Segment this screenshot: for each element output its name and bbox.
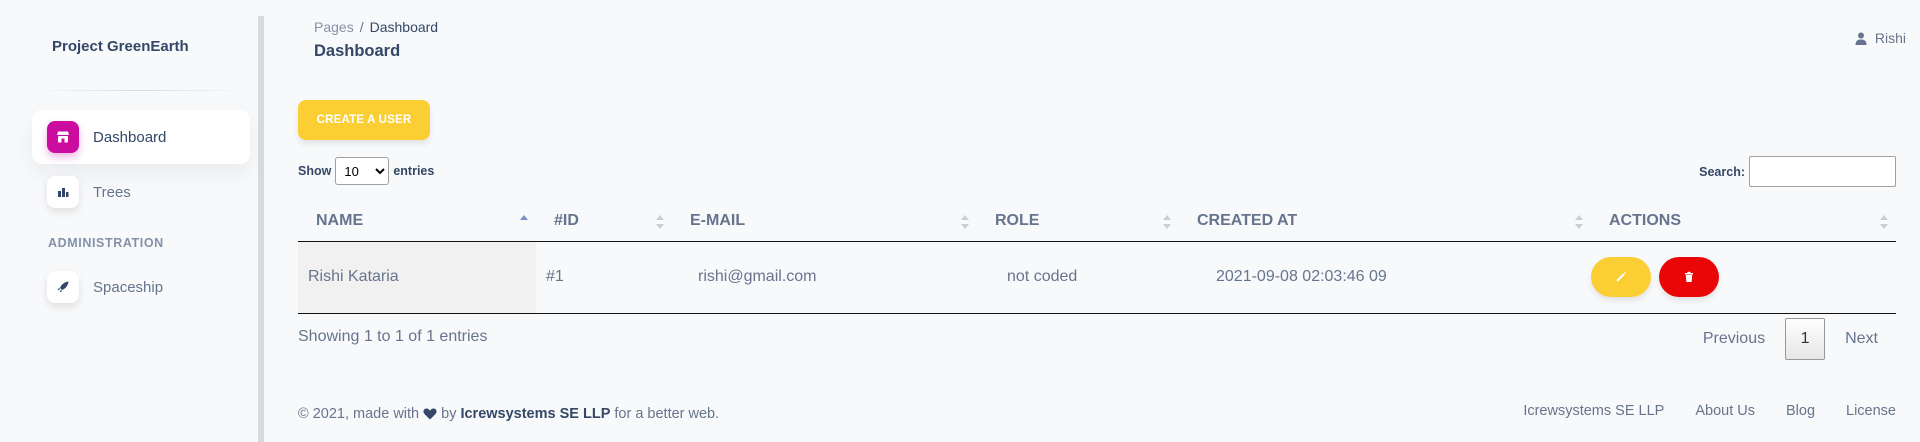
column-header-email[interactable]: E-mail bbox=[672, 201, 977, 242]
sort-icon bbox=[961, 215, 969, 229]
footer-link-about[interactable]: About Us bbox=[1695, 403, 1755, 419]
entries-length-control: Show 10 entries bbox=[298, 157, 434, 185]
breadcrumb-current: Dashboard bbox=[369, 19, 439, 35]
chart-bar-icon bbox=[47, 176, 79, 208]
search-control: Search: bbox=[1699, 156, 1896, 187]
sidebar-section-title: ADMINISTRATION bbox=[48, 236, 164, 250]
column-header-label: #ID bbox=[554, 211, 579, 229]
entries-label: entries bbox=[393, 164, 435, 178]
breadcrumb: Pages / Dashboard bbox=[314, 19, 438, 35]
sidebar-item-dashboard[interactable]: Dashboard bbox=[32, 110, 250, 164]
company-link[interactable]: Icrewsystems SE LLP bbox=[460, 406, 610, 422]
breadcrumb-root[interactable]: Pages bbox=[314, 19, 354, 35]
footer-link-blog[interactable]: Blog bbox=[1786, 403, 1815, 419]
cell-email: rishi@gmail.com bbox=[672, 241, 977, 314]
heart-icon bbox=[423, 408, 437, 420]
sort-ascending-icon bbox=[520, 215, 528, 229]
user-menu[interactable]: Rishi bbox=[1855, 30, 1906, 46]
sidebar-scrollbar[interactable] bbox=[258, 16, 264, 442]
trash-icon bbox=[1685, 271, 1694, 282]
footer-copyright: © 2021, made with by Icrewsystems SE LLP… bbox=[298, 406, 719, 422]
column-header-label: E-mail bbox=[690, 211, 746, 229]
copyright-by: by bbox=[441, 406, 457, 422]
sort-icon bbox=[656, 215, 664, 229]
copyright-prefix: © 2021, made with bbox=[298, 406, 420, 422]
cell-actions bbox=[1591, 241, 1896, 314]
sidebar-item-spaceship[interactable]: Spaceship bbox=[32, 260, 250, 314]
sidebar-item-label: Spaceship bbox=[93, 278, 164, 296]
footer-link-company[interactable]: Icrewsystems SE LLP bbox=[1523, 403, 1664, 419]
show-label: Show bbox=[298, 164, 332, 178]
rocket-icon bbox=[47, 271, 79, 303]
next-button[interactable]: Next bbox=[1827, 330, 1896, 348]
pencil-icon bbox=[1616, 272, 1626, 282]
table-header-row: Name #ID E-mail Role Created at Actions bbox=[298, 201, 1896, 242]
sidebar-divider bbox=[30, 90, 250, 91]
pagination: Previous 1 Next bbox=[1685, 318, 1896, 360]
page-button-current[interactable]: 1 bbox=[1785, 318, 1826, 360]
user-name: Rishi bbox=[1874, 30, 1906, 46]
user-icon bbox=[1855, 32, 1867, 45]
sidebar-item-trees[interactable]: Trees bbox=[32, 165, 250, 219]
column-header-label: Name bbox=[316, 211, 364, 229]
sort-icon bbox=[1163, 215, 1171, 229]
sidebar-item-label: Dashboard bbox=[93, 128, 167, 146]
search-input[interactable] bbox=[1749, 156, 1896, 187]
column-header-label: Created at bbox=[1197, 211, 1298, 229]
page-title: Dashboard bbox=[314, 42, 401, 60]
brand-name[interactable]: Project GreenEarth bbox=[52, 38, 189, 55]
sidebar-item-label: Trees bbox=[93, 183, 131, 201]
cell-role: not coded bbox=[977, 241, 1179, 314]
footer-links: Icrewsystems SE LLP About Us Blog Licens… bbox=[1492, 403, 1896, 419]
column-header-id[interactable]: #ID bbox=[536, 201, 672, 242]
delete-button[interactable] bbox=[1659, 257, 1720, 297]
cell-id: #1 bbox=[536, 241, 672, 314]
entries-select[interactable]: 10 bbox=[335, 157, 390, 185]
table-row: Rishi Kataria #1 rishi@gmail.com not cod… bbox=[298, 241, 1896, 314]
table-info: Showing 1 to 1 of 1 entries bbox=[298, 328, 488, 345]
cell-created-at: 2021-09-08 02:03:46 09 bbox=[1179, 241, 1591, 314]
create-user-button[interactable]: Create a user bbox=[298, 100, 430, 140]
cell-name: Rishi Kataria bbox=[298, 241, 536, 314]
breadcrumb-separator: / bbox=[359, 19, 364, 35]
column-header-name[interactable]: Name bbox=[298, 201, 536, 242]
column-header-role[interactable]: Role bbox=[977, 201, 1179, 242]
search-label: Search: bbox=[1699, 164, 1745, 179]
previous-button[interactable]: Previous bbox=[1685, 330, 1783, 348]
column-header-created-at[interactable]: Created at bbox=[1179, 201, 1591, 242]
shop-icon bbox=[47, 121, 79, 153]
column-header-label: Role bbox=[995, 211, 1040, 229]
column-header-label: Actions bbox=[1609, 211, 1681, 229]
users-table: Name #ID E-mail Role Created at Actions bbox=[298, 201, 1896, 314]
sort-icon bbox=[1880, 215, 1888, 229]
sidebar: Project GreenEarth Dashboard Trees ADMIN… bbox=[0, 0, 258, 442]
sort-icon bbox=[1575, 215, 1583, 229]
edit-button[interactable] bbox=[1591, 257, 1651, 297]
footer-link-license[interactable]: License bbox=[1846, 403, 1896, 419]
column-header-actions[interactable]: Actions bbox=[1591, 201, 1896, 242]
copyright-suffix: for a better web. bbox=[614, 406, 720, 422]
